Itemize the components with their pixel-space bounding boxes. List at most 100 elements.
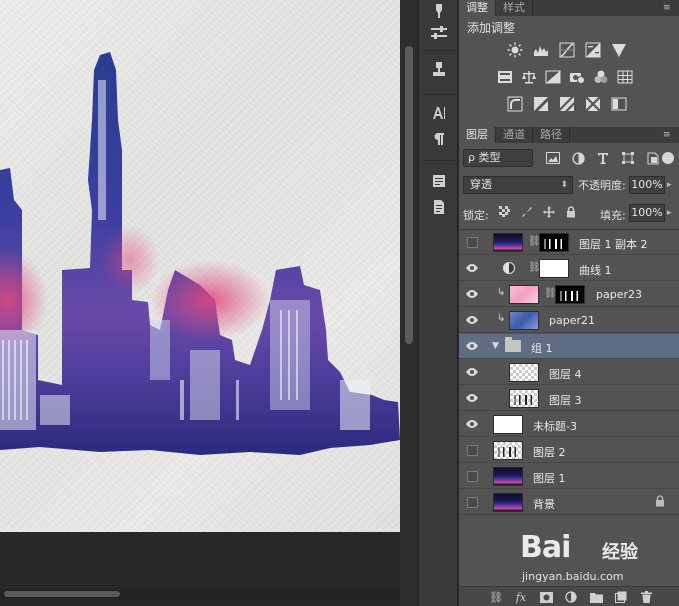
tab-paths[interactable]: 路径 [533, 127, 570, 143]
blend-mode-select[interactable]: 穿透 [463, 176, 573, 194]
selective-color-icon[interactable] [585, 96, 601, 112]
filter-icons [545, 150, 661, 166]
document-canvas[interactable] [0, 0, 400, 532]
vertical-scrollbar[interactable] [401, 0, 417, 606]
layer-thumbnail [493, 415, 523, 434]
adjustment-filter-icon[interactable] [570, 150, 586, 166]
gradient-map-icon[interactable] [611, 96, 627, 112]
layer-row-background[interactable]: 背景 [459, 490, 679, 515]
opacity-dropdown-icon[interactable]: ▸ [667, 180, 672, 190]
notes-icon[interactable] [427, 170, 451, 192]
horizontal-scroll-thumb[interactable] [4, 591, 120, 597]
layer-row-group1[interactable]: ▼ 组 1 [459, 334, 679, 359]
paragraph-icon[interactable] [427, 128, 451, 150]
layer-thumbnail [493, 233, 523, 252]
eye-icon[interactable] [465, 339, 479, 353]
color-balance-icon[interactable] [521, 69, 537, 85]
layer-name: 图层 2 [533, 446, 566, 459]
layer-name: 背景 [533, 498, 555, 511]
character-icon[interactable] [427, 102, 451, 124]
invert-icon[interactable] [507, 96, 523, 112]
layer-mask-thumbnail[interactable] [555, 285, 585, 304]
tab-adjustments[interactable]: 调整 [459, 0, 496, 16]
properties-icon[interactable] [427, 196, 451, 218]
layer-list: ⛓ 图层 1 副本 2 ⛓ 曲线 1 ↳ ⛓ paper23 ↳ paper21 [459, 229, 679, 586]
threshold-icon[interactable] [559, 96, 575, 112]
color-lookup-icon[interactable] [617, 69, 633, 85]
posterize-icon[interactable] [533, 96, 549, 112]
layer-filter-select[interactable]: ρ 类型 [463, 149, 533, 167]
clone-source-icon[interactable] [427, 58, 451, 80]
canvas-area[interactable] [0, 0, 400, 606]
layers-panel-menu-icon[interactable]: ≡ [663, 131, 673, 140]
chain-link-icon[interactable]: ⛓ [528, 236, 541, 248]
eye-icon[interactable] [465, 417, 479, 431]
layer-row-layer4[interactable]: 图层 4 [459, 360, 679, 385]
add-mask-icon[interactable] [539, 590, 553, 604]
tab-layers[interactable]: 图层 [459, 127, 496, 143]
layer-thumbnail [509, 389, 539, 408]
layer-row-paper23[interactable]: ↳ ⛓ paper23 [459, 282, 679, 307]
pixel-filter-icon[interactable] [545, 150, 561, 166]
photo-filter-icon[interactable] [569, 69, 585, 85]
layer-mask-thumbnail[interactable] [539, 233, 569, 252]
eye-icon[interactable] [465, 313, 479, 327]
exposure-icon[interactable] [585, 42, 601, 58]
vertical-scroll-thumb[interactable] [405, 46, 413, 344]
new-adjustment-icon[interactable] [564, 590, 578, 604]
adjustments-sliders-icon[interactable] [427, 22, 451, 44]
layer-row-paper21[interactable]: ↳ paper21 [459, 308, 679, 333]
type-filter-icon[interactable] [595, 150, 611, 166]
shape-filter-icon[interactable] [620, 150, 636, 166]
new-group-icon[interactable] [589, 590, 603, 604]
layer-row-layer3[interactable]: 图层 3 [459, 386, 679, 411]
curves-icon[interactable] [559, 42, 575, 58]
levels-icon[interactable] [533, 42, 549, 58]
vibrance-icon[interactable] [611, 42, 627, 58]
visibility-toggle-off[interactable] [467, 497, 478, 508]
link-layers-icon[interactable]: ⛓ [489, 590, 503, 604]
tab-channels[interactable]: 通道 [496, 127, 533, 143]
group-expand-chevron-icon[interactable]: ▼ [492, 341, 499, 351]
eye-icon[interactable] [465, 365, 479, 379]
hue-saturation-icon[interactable] [497, 69, 513, 85]
fx-icon[interactable]: fx [514, 590, 528, 604]
layer-name: 曲线 1 [579, 264, 612, 277]
visibility-toggle-off[interactable] [467, 237, 478, 248]
black-white-icon[interactable] [545, 69, 561, 85]
chain-link-icon[interactable]: ⛓ [544, 288, 557, 300]
channel-mixer-icon[interactable] [593, 69, 609, 85]
opacity-input[interactable]: 100% [629, 176, 665, 194]
fill-dropdown-icon[interactable]: ▸ [667, 208, 672, 218]
chain-link-icon[interactable]: ⛓ [528, 262, 541, 274]
eye-icon[interactable] [465, 391, 479, 405]
brush-presets-icon[interactable] [427, 0, 451, 22]
strip-divider [423, 50, 455, 51]
lock-position-icon[interactable] [541, 204, 556, 219]
tab-styles[interactable]: 样式 [496, 0, 533, 16]
layer-thumbnail [493, 467, 523, 486]
layer-mask-thumbnail[interactable] [539, 259, 569, 278]
delete-layer-icon[interactable] [639, 590, 653, 604]
curves-adjustment-icon [503, 262, 515, 274]
fill-input[interactable]: 100% [629, 204, 665, 222]
smart-object-filter-icon[interactable] [645, 150, 661, 166]
new-layer-icon[interactable] [614, 590, 628, 604]
layer-row-curves1[interactable]: ⛓ 曲线 1 [459, 256, 679, 281]
lock-all-icon[interactable] [563, 204, 578, 219]
visibility-toggle-off[interactable] [467, 471, 478, 482]
lock-image-pixels-icon[interactable] [519, 204, 534, 219]
layer-row-layer2[interactable]: 图层 2 [459, 438, 679, 463]
visibility-toggle-off[interactable] [467, 445, 478, 456]
layer-row-layer1[interactable]: 图层 1 [459, 464, 679, 489]
horizontal-scrollbar[interactable] [0, 588, 400, 600]
brightness-contrast-icon[interactable] [507, 42, 523, 58]
lock-transparent-pixels-icon[interactable] [497, 204, 512, 219]
layer-row-layer1-copy2[interactable]: ⛓ 图层 1 副本 2 [459, 230, 679, 255]
filter-toggle-switch[interactable] [662, 152, 674, 164]
layer-row-untitled3[interactable]: 未标题-3 [459, 412, 679, 437]
eye-icon[interactable] [465, 287, 479, 301]
eye-icon[interactable] [465, 261, 479, 275]
layers-tab-bar: 图层 通道 路径 [459, 127, 679, 143]
adjustments-panel-menu-icon[interactable]: ≡ [663, 4, 673, 13]
